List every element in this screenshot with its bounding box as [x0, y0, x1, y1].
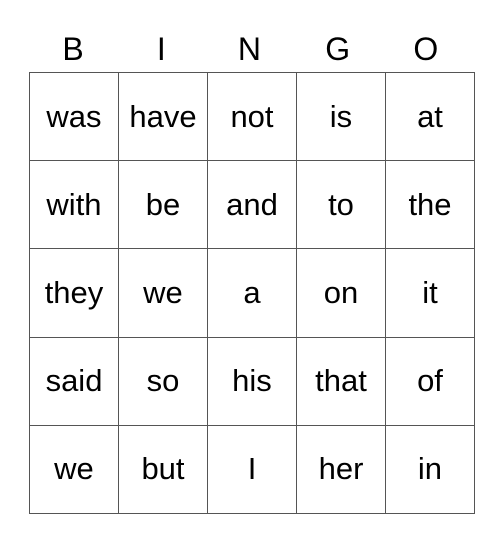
- bingo-cell[interactable]: with: [29, 160, 119, 250]
- bingo-cell[interactable]: to: [296, 160, 386, 250]
- header-letter: G: [325, 31, 351, 67]
- bingo-row: they we a on it: [29, 248, 475, 338]
- bingo-cell[interactable]: at: [385, 71, 475, 162]
- header-letter: N: [237, 31, 262, 67]
- header-letter: I: [156, 31, 166, 67]
- header-letter: O: [413, 31, 439, 67]
- bingo-cell[interactable]: her: [296, 424, 386, 515]
- bingo-card: was have not is at with be and to the they we a on it s…: [29, 71, 475, 515]
- bingo-cell[interactable]: the: [385, 160, 475, 250]
- bingo-cell[interactable]: have: [118, 71, 208, 162]
- header-letter: B: [62, 31, 84, 67]
- bingo-row: was have not is at: [29, 71, 475, 162]
- bingo-cell[interactable]: that: [296, 336, 386, 426]
- bingo-row: said so his that of: [29, 336, 475, 426]
- bingo-cell[interactable]: we: [29, 424, 119, 515]
- bingo-cell[interactable]: his: [207, 336, 297, 426]
- bingo-header: B I N G O: [29, 26, 470, 72]
- bingo-cell[interactable]: but: [118, 424, 208, 515]
- bingo-cell[interactable]: so: [118, 336, 208, 426]
- bingo-row: with be and to the: [29, 160, 475, 250]
- bingo-cell[interactable]: is: [296, 71, 386, 162]
- bingo-cell[interactable]: it: [385, 248, 475, 338]
- bingo-cell[interactable]: a: [207, 248, 297, 338]
- bingo-cell[interactable]: of: [385, 336, 475, 426]
- bingo-cell[interactable]: and: [207, 160, 297, 250]
- bingo-cell[interactable]: said: [29, 336, 119, 426]
- bingo-row: we but Iher in: [29, 424, 475, 515]
- bingo-cell[interactable]: on: [296, 248, 386, 338]
- bingo-cell[interactable]: be: [118, 160, 208, 250]
- bingo-cell[interactable]: I: [207, 424, 297, 515]
- bingo-cell[interactable]: was: [29, 71, 119, 162]
- bingo-cell[interactable]: we: [118, 248, 208, 338]
- bingo-cell[interactable]: they: [29, 248, 119, 338]
- bingo-cell[interactable]: in: [385, 424, 475, 515]
- bingo-cell[interactable]: not: [207, 71, 297, 162]
